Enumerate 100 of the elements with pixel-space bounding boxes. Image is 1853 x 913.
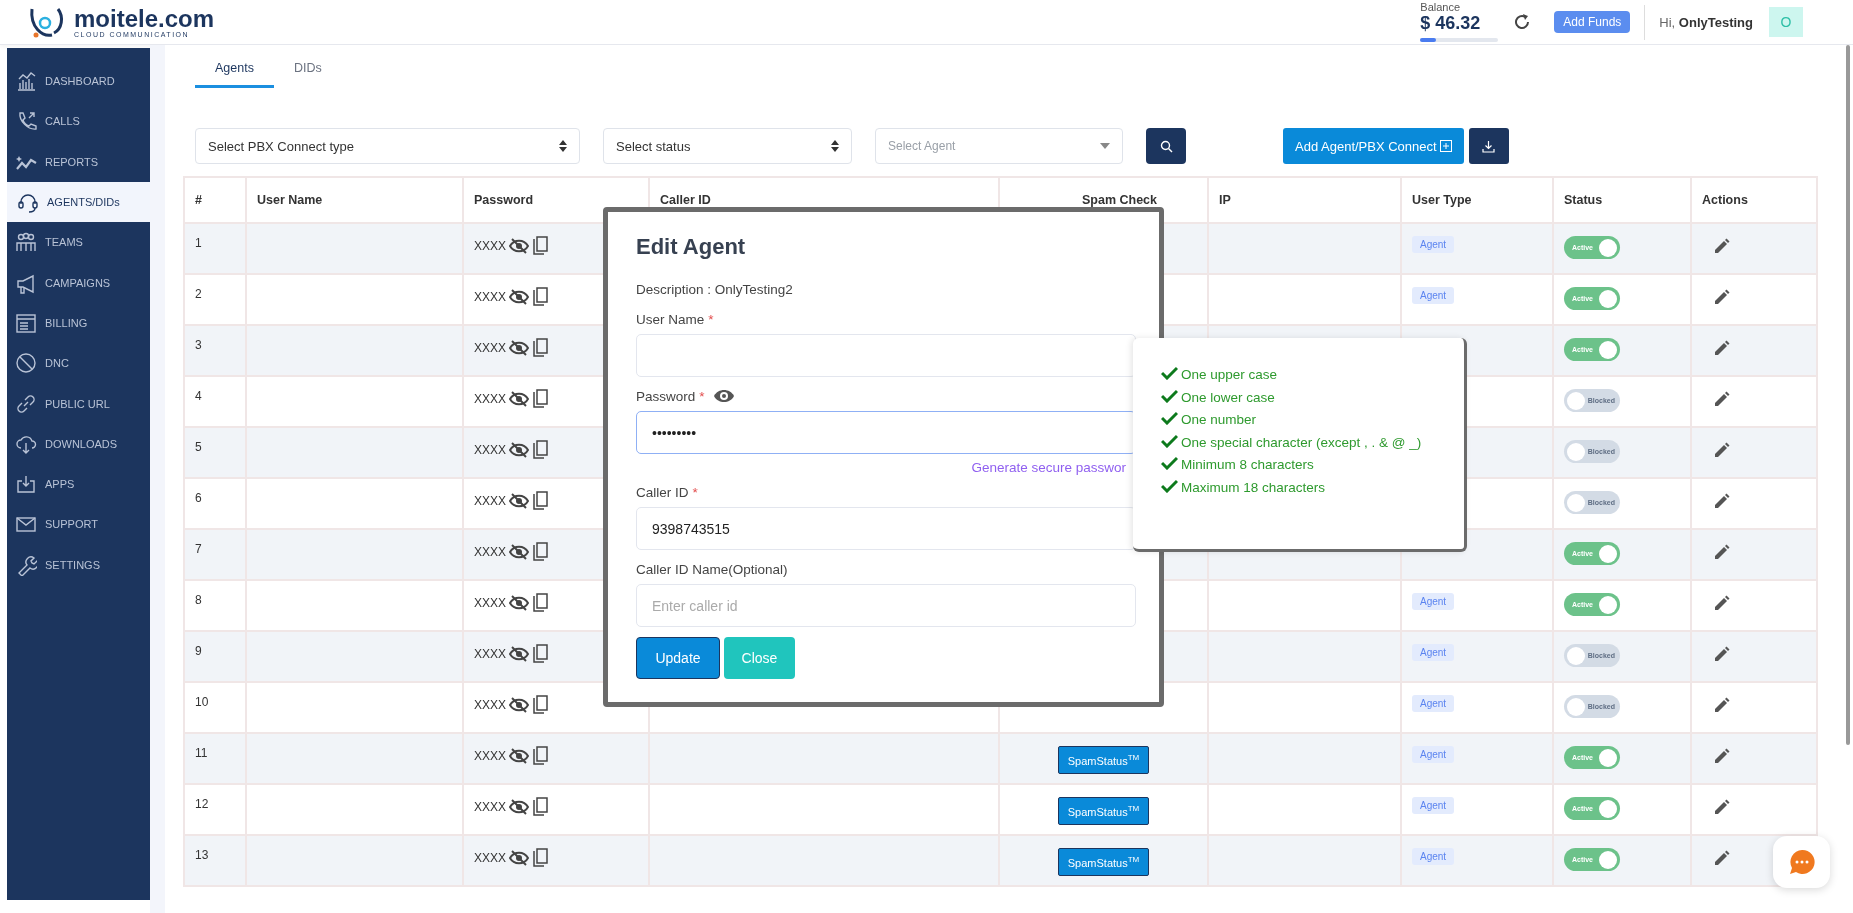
- field-label: Caller ID Name(Optional): [636, 561, 788, 577]
- sidebar-item[interactable]: BILLING: [7, 302, 150, 344]
- logo-text: moitele.com: [74, 6, 215, 31]
- link-icon: [15, 392, 37, 415]
- eye-slash-icon[interactable]: [509, 594, 529, 612]
- rule-text: One number: [1161, 409, 1444, 432]
- edit-icon[interactable]: [1712, 236, 1732, 256]
- eye-slash-icon[interactable]: [509, 543, 529, 561]
- add-agent-button[interactable]: Add Agent/PBX Connect: [1283, 128, 1464, 164]
- sidebar-item[interactable]: PUBLIC URL: [7, 383, 150, 424]
- input-field[interactable]: •••••••••: [636, 411, 1136, 454]
- row-number: 1: [184, 223, 246, 274]
- select-field[interactable]: Select status: [603, 128, 852, 164]
- input-field[interactable]: 9398743515: [636, 507, 1136, 550]
- bar-chart-icon: [15, 70, 37, 93]
- update-button[interactable]: Update: [636, 637, 720, 679]
- eye-slash-icon[interactable]: [509, 339, 529, 357]
- eye-slash-icon[interactable]: [509, 798, 529, 816]
- add-funds-button[interactable]: Add Funds: [1554, 11, 1631, 33]
- edit-icon[interactable]: [1712, 746, 1732, 766]
- copy-icon[interactable]: [532, 848, 548, 868]
- edit-icon[interactable]: [1712, 338, 1732, 358]
- tab[interactable]: DIDs: [273, 51, 342, 88]
- copy-icon[interactable]: [532, 440, 548, 460]
- sidebar-item[interactable]: SUPPORT: [7, 504, 150, 545]
- eye-slash-icon[interactable]: [509, 441, 529, 459]
- select-field[interactable]: Select PBX Connect type: [195, 128, 580, 164]
- dialog-title: Edit Agent: [636, 234, 747, 260]
- edit-icon[interactable]: [1712, 695, 1732, 715]
- sidebar-item[interactable]: CALLS: [7, 101, 150, 142]
- edit-icon[interactable]: [1712, 644, 1732, 664]
- sidebar-item[interactable]: DASHBOARD: [7, 61, 150, 102]
- copy-icon[interactable]: [532, 389, 548, 409]
- copy-icon[interactable]: [532, 797, 548, 817]
- plus-box-icon: [1439, 140, 1452, 152]
- eye-slash-icon[interactable]: [509, 288, 529, 306]
- rule-text: One upper case: [1161, 364, 1444, 387]
- spam-status-button[interactable]: SpamStatus$^{TM}$: [1057, 797, 1150, 825]
- sidebar-item[interactable]: REPORTS: [7, 141, 150, 182]
- close-button[interactable]: Close: [724, 637, 795, 679]
- generate-password-link[interactable]: Generate secure passwor: [636, 460, 1126, 475]
- required-mark: *: [699, 388, 705, 404]
- agent-dropdown[interactable]: Select Agent: [875, 128, 1123, 164]
- edit-icon[interactable]: [1712, 593, 1732, 613]
- chat-button[interactable]: [1773, 836, 1830, 888]
- people-icon: [15, 231, 37, 254]
- tab[interactable]: Agents: [195, 51, 274, 88]
- input-field[interactable]: [636, 334, 1136, 377]
- download-button[interactable]: [1468, 128, 1509, 164]
- row-number: 5: [184, 427, 246, 478]
- eye-slash-icon[interactable]: [509, 849, 529, 867]
- copy-icon[interactable]: [532, 338, 548, 358]
- sidebar-item[interactable]: DOWNLOADS: [7, 423, 150, 464]
- eye-slash-icon[interactable]: [509, 696, 529, 714]
- sidebar-item[interactable]: TEAMS: [7, 222, 150, 263]
- copy-icon[interactable]: [532, 644, 548, 664]
- eye-icon[interactable]: [712, 388, 735, 404]
- edit-icon[interactable]: [1712, 389, 1732, 409]
- sidebar-item[interactable]: APPS: [7, 463, 150, 505]
- eye-slash-icon[interactable]: [509, 237, 529, 255]
- spam-status-button[interactable]: SpamStatus$^{TM}$: [1057, 848, 1150, 876]
- row-number: 9: [184, 631, 246, 682]
- sidebar-item[interactable]: SETTINGS: [7, 544, 150, 585]
- copy-icon[interactable]: [532, 593, 548, 613]
- spam-status-button[interactable]: SpamStatus$^{TM}$: [1057, 746, 1150, 774]
- field-label: User Name: [636, 311, 705, 327]
- copy-icon[interactable]: [532, 287, 548, 307]
- balance-label: Balance: [1420, 2, 1462, 14]
- user-avatar[interactable]: O: [1769, 7, 1803, 37]
- eye-slash-icon[interactable]: [509, 747, 529, 765]
- user-type-tag: Agent: [1412, 287, 1455, 304]
- input-field[interactable]: Enter caller id: [636, 584, 1136, 627]
- masked-password: XXXX: [474, 800, 506, 814]
- sidebar-item[interactable]: CAMPAIGNS: [7, 262, 150, 303]
- search-button[interactable]: [1146, 128, 1186, 164]
- balance-amount: $ 46.32: [1420, 13, 1482, 35]
- sidebar-item[interactable]: AGENTS/DIDs: [7, 181, 151, 223]
- edit-icon[interactable]: [1712, 797, 1732, 817]
- edit-icon[interactable]: [1712, 542, 1732, 562]
- scrollbar[interactable]: [1846, 45, 1850, 745]
- edit-icon[interactable]: [1712, 848, 1732, 868]
- eye-slash-icon[interactable]: [509, 390, 529, 408]
- copy-icon[interactable]: [532, 695, 548, 715]
- column-header: #: [184, 177, 246, 223]
- eye-slash-icon[interactable]: [509, 492, 529, 510]
- caret-icon: [1100, 143, 1110, 149]
- rule-text: Minimum 8 characters: [1161, 454, 1444, 477]
- edit-icon[interactable]: [1712, 491, 1732, 511]
- headset-icon: [17, 191, 39, 214]
- copy-icon[interactable]: [532, 746, 548, 766]
- edit-icon[interactable]: [1712, 287, 1732, 307]
- copy-icon[interactable]: [532, 542, 548, 562]
- copy-icon[interactable]: [532, 491, 548, 511]
- sidebar-item[interactable]: DNC: [7, 343, 150, 384]
- copy-icon[interactable]: [532, 236, 548, 256]
- column-header: User Name: [246, 177, 463, 223]
- edit-icon[interactable]: [1712, 440, 1732, 460]
- user-type-tag: Agent: [1412, 644, 1455, 661]
- eye-slash-icon[interactable]: [509, 645, 529, 663]
- user-type-tag: Agent: [1412, 236, 1455, 253]
